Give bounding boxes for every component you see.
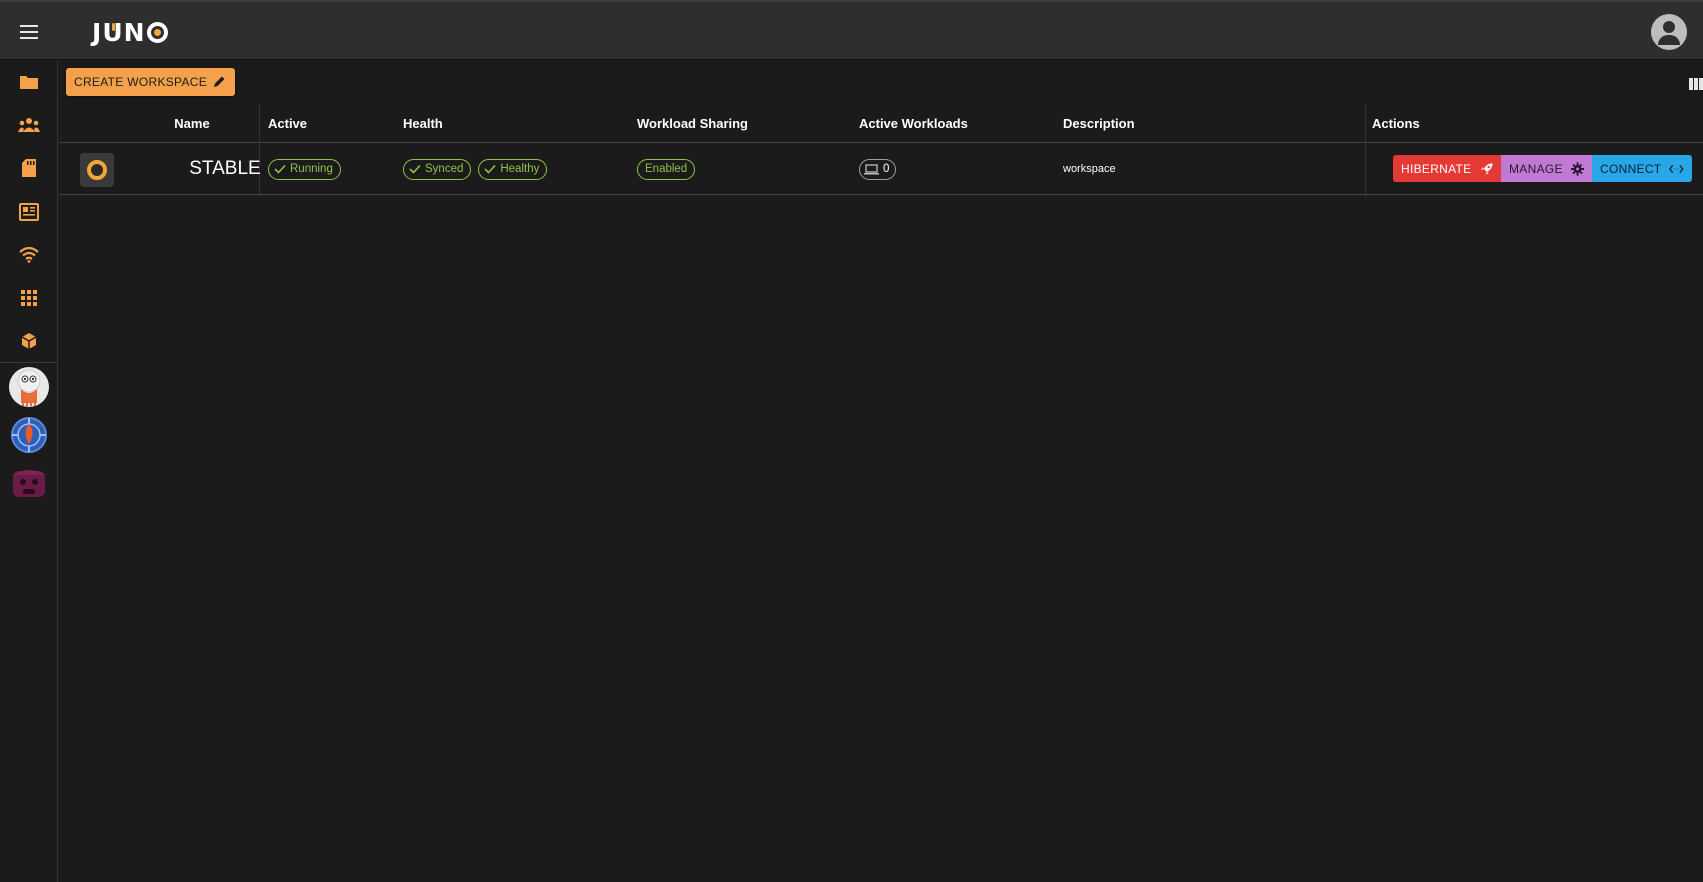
folder-icon bbox=[20, 76, 38, 89]
column-header-description[interactable]: Description bbox=[1063, 104, 1135, 143]
connect-button[interactable]: CONNECT bbox=[1592, 155, 1692, 182]
menu-icon[interactable] bbox=[17, 20, 41, 44]
news-icon bbox=[19, 203, 39, 221]
pencil-icon bbox=[214, 76, 225, 87]
account-avatar-icon[interactable] bbox=[1651, 14, 1687, 50]
check-icon bbox=[274, 164, 286, 174]
sidebar-item-network[interactable] bbox=[0, 234, 58, 276]
top-app-bar: JUN bbox=[0, 0, 1703, 60]
healthy-label: Healthy bbox=[500, 163, 540, 175]
sidebar-item-workspaces[interactable] bbox=[0, 61, 58, 103]
workspaces-table: Name Active Health Workload Sharing Acti… bbox=[59, 104, 1703, 197]
description-cell: workspace bbox=[1063, 163, 1116, 175]
active-cell: Running bbox=[268, 143, 341, 195]
enabled-chip: Enabled bbox=[637, 158, 696, 180]
spinnaker-app-icon[interactable] bbox=[9, 415, 49, 455]
column-header-actions: Actions bbox=[1372, 116, 1420, 131]
check-icon bbox=[484, 164, 496, 174]
sidebar-item-storage[interactable] bbox=[0, 147, 58, 189]
synced-chip: Synced bbox=[403, 158, 472, 180]
sidebar-item-packages[interactable] bbox=[0, 320, 58, 362]
create-workspace-label: CREATE WORKSPACE bbox=[74, 75, 208, 89]
apps-grid-icon bbox=[21, 290, 37, 306]
sidebar-item-apps[interactable] bbox=[0, 277, 58, 319]
rocket-icon bbox=[1480, 162, 1493, 175]
column-header-workload-sharing[interactable]: Workload Sharing bbox=[637, 104, 748, 143]
connect-label: CONNECT bbox=[1600, 161, 1662, 176]
workload-sharing-cell: Enabled bbox=[637, 143, 696, 195]
groups-icon bbox=[18, 118, 40, 132]
view-columns-icon[interactable] bbox=[1689, 78, 1703, 90]
wifi-icon bbox=[19, 247, 39, 263]
column-header-health[interactable]: Health bbox=[403, 104, 443, 143]
hibernate-button[interactable]: HIBERNATE bbox=[1393, 155, 1501, 182]
synced-label: Synced bbox=[425, 163, 464, 175]
manage-label: MANAGE bbox=[1509, 161, 1563, 176]
secrets-app-icon[interactable] bbox=[9, 462, 49, 502]
health-cell: Synced Healthy bbox=[403, 143, 548, 195]
running-chip: Running bbox=[268, 158, 341, 180]
row-actions: HIBERNATE MANAGE CONNECT bbox=[1393, 155, 1692, 182]
table-header: Name Active Health Workload Sharing Acti… bbox=[59, 104, 1703, 197]
laptop-icon bbox=[864, 163, 879, 174]
column-header-active[interactable]: Active bbox=[268, 104, 307, 143]
manage-button[interactable]: MANAGE bbox=[1501, 155, 1592, 182]
workloads-count: 0 bbox=[883, 163, 890, 175]
sd-card-icon bbox=[22, 159, 36, 177]
check-icon bbox=[409, 164, 421, 174]
sidebar-item-groups[interactable] bbox=[0, 104, 58, 146]
column-header-active-workloads[interactable]: Active Workloads bbox=[859, 104, 968, 143]
main-content: CREATE WORKSPACE Name Active Health Work… bbox=[59, 60, 1703, 882]
code-arrows-icon bbox=[1669, 164, 1684, 173]
juno-logo[interactable]: JUN bbox=[92, 16, 168, 48]
workspace-status-icon bbox=[80, 153, 114, 187]
gear-icon bbox=[1570, 161, 1584, 176]
sidebar bbox=[0, 60, 58, 882]
table-row[interactable]: STABLE Running Synced Healthy Enabled 0 … bbox=[59, 143, 1703, 195]
sidebar-item-news[interactable] bbox=[0, 191, 58, 233]
workloads-chip: 0 bbox=[859, 158, 897, 180]
argo-app-icon[interactable] bbox=[9, 367, 49, 407]
create-workspace-button[interactable]: CREATE WORKSPACE bbox=[66, 68, 235, 96]
sidebar-divider bbox=[0, 362, 58, 363]
running-label: Running bbox=[290, 163, 333, 175]
active-workloads-cell: 0 bbox=[859, 143, 897, 195]
healthy-chip: Healthy bbox=[478, 158, 548, 180]
hibernate-label: HIBERNATE bbox=[1401, 161, 1472, 176]
package-icon bbox=[21, 333, 37, 349]
